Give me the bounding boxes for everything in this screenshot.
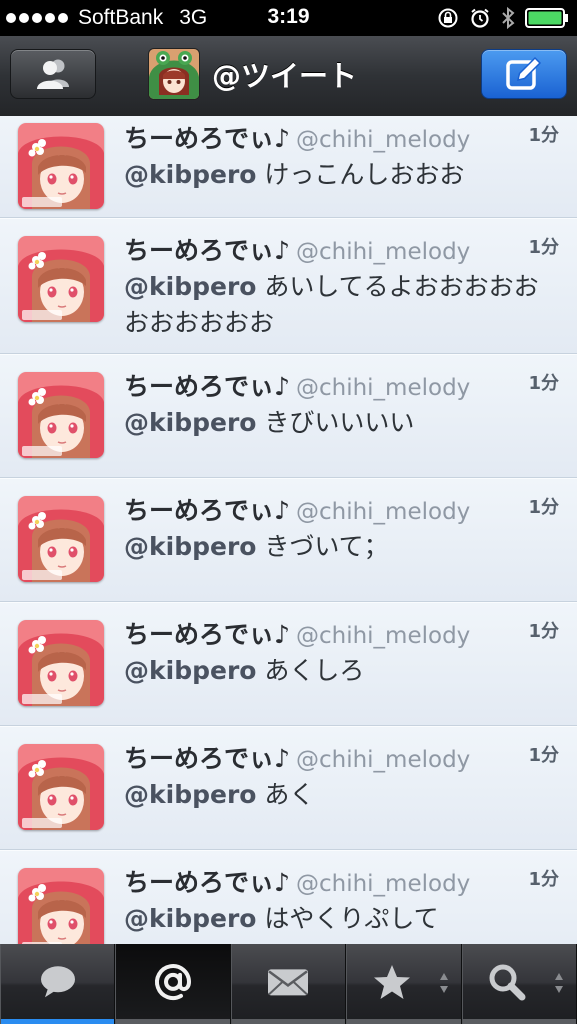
status-bar: SoftBank 3G 3:19 — [0, 0, 577, 36]
mention-link[interactable]: @kibpero — [124, 272, 256, 301]
tweet-row[interactable]: ちーめろでぃ♪ @chihi_melody 1分 @kibpero きびいいいい — [0, 354, 577, 478]
tweet-text: @kibpero あいしてるよおおおおおおおおおおお — [124, 269, 554, 341]
user-handle: @chihi_melody — [295, 375, 471, 401]
tweet-text: @kibpero はやくりぷして — [124, 901, 554, 937]
tweet-message: きづいて； — [264, 532, 389, 561]
user-handle: @chihi_melody — [295, 239, 471, 265]
user-avatar[interactable] — [18, 372, 104, 458]
tweet-row[interactable]: ちーめろでぃ♪ @chihi_melody 1分 @kibpero あくしろ — [0, 602, 577, 726]
display-name: ちーめろでぃ♪ — [124, 868, 290, 897]
mention-link[interactable]: @kibpero — [124, 780, 256, 809]
tweet-time: 1分 — [528, 373, 559, 394]
alarm-icon — [471, 8, 489, 28]
display-name: ちーめろでぃ♪ — [124, 620, 290, 649]
tab-indicator — [347, 1019, 461, 1024]
tab-favorites[interactable] — [346, 944, 462, 1024]
tweet-author: ちーめろでぃ♪ @chihi_melody — [124, 231, 470, 267]
display-name: ちーめろでぃ♪ — [124, 236, 290, 265]
user-avatar[interactable] — [18, 744, 104, 830]
envelope-icon — [268, 969, 309, 996]
tweet-time: 1分 — [528, 497, 559, 518]
tweet-time: 1分 — [528, 745, 559, 766]
switch-arrows-icon — [554, 973, 563, 993]
user-handle: @chihi_melody — [295, 871, 471, 897]
user-handle: @chihi_melody — [295, 499, 471, 525]
tweet-text: @kibpero きづいて； — [124, 529, 554, 565]
bluetooth-icon — [502, 6, 515, 30]
tweet-message: きびいいいい — [264, 408, 415, 437]
user-avatar[interactable] — [18, 236, 104, 322]
tweet-message: あく — [264, 780, 315, 809]
tweet-text: @kibpero けっこんしおおお — [124, 157, 554, 193]
tweet-text: @kibpero きびいいいい — [124, 405, 554, 441]
tweet-text: @kibpero あく — [124, 777, 554, 813]
user-avatar[interactable] — [18, 868, 104, 944]
tweet-time: 1分 — [528, 125, 559, 146]
tweet-time: 1分 — [528, 621, 559, 642]
mention-link[interactable]: @kibpero — [124, 656, 256, 685]
battery-icon — [525, 8, 568, 28]
status-right — [437, 6, 569, 30]
tab-indicator — [116, 1019, 230, 1024]
account-avatar — [148, 48, 200, 100]
tweet-row[interactable]: ちーめろでぃ♪ @chihi_melody 1分 @kibpero あいしてるよおおお… — [0, 218, 577, 354]
tweet-author: ちーめろでぃ♪ @chihi_melody — [124, 739, 470, 775]
tab-messages[interactable] — [230, 944, 347, 1024]
tweet-author: ちーめろでぃ♪ @chihi_melody — [124, 491, 470, 527]
speech-bubble-icon — [40, 966, 75, 998]
magnifier-icon — [489, 964, 526, 1001]
navigation-bar: @ツイート — [0, 36, 577, 117]
accounts-button[interactable] — [10, 49, 96, 99]
user-handle: @chihi_melody — [295, 623, 471, 649]
display-name: ちーめろでぃ♪ — [124, 372, 290, 401]
tweet-message: けっこんしおおお — [264, 160, 465, 189]
tweet-author: ちーめろでぃ♪ @chihi_melody — [124, 863, 470, 899]
nav-title: @ツイート — [148, 48, 357, 100]
tweet-author: ちーめろでぃ♪ @chihi_melody — [124, 119, 470, 155]
tweet-row[interactable]: ちーめろでぃ♪ @chihi_melody 1分 @kibpero けっこんしおおお — [0, 116, 577, 218]
user-handle: @chihi_melody — [295, 127, 471, 153]
tab-timeline[interactable] — [0, 944, 116, 1024]
tweet-message: はやくりぷして — [264, 904, 439, 933]
mention-link[interactable]: @kibpero — [124, 160, 256, 189]
timeline[interactable]: ちーめろでぃ♪ @chihi_melody 1分 @kibpero けっこんしおおおち… — [0, 116, 577, 944]
tab-bar — [0, 944, 577, 1024]
tweet-row[interactable]: ちーめろでぃ♪ @chihi_melody 1分 @kibpero あく — [0, 726, 577, 850]
tweet-author: ちーめろでぃ♪ @chihi_melody — [124, 615, 470, 651]
display-name: ちーめろでぃ♪ — [124, 124, 290, 153]
at-sign-icon — [155, 964, 192, 1000]
display-name: ちーめろでぃ♪ — [124, 744, 290, 773]
tweet-text: @kibpero あくしろ — [124, 653, 554, 689]
star-icon — [373, 965, 410, 999]
tweet-row[interactable]: ちーめろでぃ♪ @chihi_melody 1分 @kibpero きづいて； — [0, 478, 577, 602]
switch-arrows-icon — [439, 973, 448, 993]
user-avatar[interactable] — [18, 496, 104, 582]
mention-link[interactable]: @kibpero — [124, 904, 256, 933]
display-name: ちーめろでぃ♪ — [124, 496, 290, 525]
user-avatar[interactable] — [18, 620, 104, 706]
tweet-time: 1分 — [528, 869, 559, 890]
tab-mentions[interactable] — [115, 944, 231, 1024]
tab-indicator — [462, 1019, 576, 1024]
rotation-lock-icon — [438, 8, 458, 28]
tweet-time: 1分 — [528, 237, 559, 258]
mention-link[interactable]: @kibpero — [124, 408, 256, 437]
compose-button[interactable] — [481, 49, 567, 99]
tweet-message: あくしろ — [264, 656, 365, 685]
page-title: @ツイート — [212, 59, 358, 93]
mention-link[interactable]: @kibpero — [124, 532, 256, 561]
tweet-row[interactable]: ちーめろでぃ♪ @chihi_melody 1分 @kibpero はやくりぷして — [0, 850, 577, 944]
user-avatar[interactable] — [18, 123, 104, 209]
compose-icon — [506, 56, 542, 90]
tab-indicator — [1, 1019, 115, 1024]
user-handle: @chihi_melody — [295, 747, 471, 773]
tab-search[interactable] — [461, 944, 577, 1024]
tab-indicator — [231, 1019, 346, 1024]
tweet-author: ちーめろでぃ♪ @chihi_melody — [124, 367, 470, 403]
accounts-icon — [37, 59, 69, 89]
